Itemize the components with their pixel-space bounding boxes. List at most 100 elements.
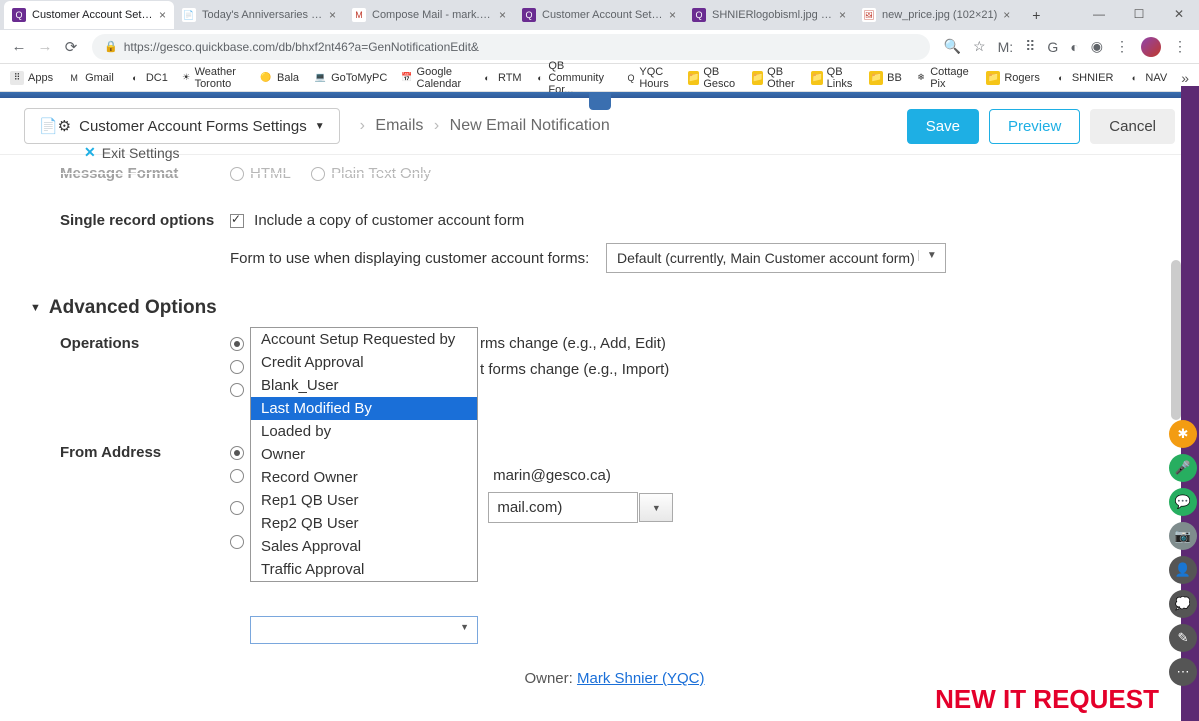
bookmarks-bar: ⠿Apps MGmail ◐DC1 ☀Weather Toronto 🟡Bala 💻GoT…: [0, 64, 1199, 92]
toolbar-icon-2[interactable]: M:: [998, 39, 1014, 55]
combo-value: mail.com): [489, 493, 637, 522]
bookmarks-overflow[interactable]: »: [1181, 70, 1189, 86]
side-widget-icon-5[interactable]: 💭: [1169, 590, 1197, 618]
side-widget-icon-4[interactable]: 👤: [1169, 556, 1197, 584]
back-button[interactable]: ←: [6, 34, 32, 60]
breadcrumb-current: New Email Notification: [450, 117, 610, 134]
form-body: Message Format HTML Plain Text Only Sing…: [0, 159, 1199, 701]
maximize-button[interactable]: ☐: [1119, 0, 1159, 28]
bookmark-12[interactable]: 📁QB Links: [811, 66, 855, 90]
bookmark-17[interactable]: ◐NAV: [1127, 71, 1167, 85]
form-select[interactable]: Default (currently, Main Customer accoun…: [606, 243, 946, 273]
cancel-button[interactable]: Cancel: [1090, 109, 1175, 144]
bookmark-0[interactable]: ⠿Apps: [10, 71, 53, 85]
chrome-menu-button[interactable]: ⋮: [1173, 38, 1187, 55]
bookmark-9[interactable]: QYQC Hours: [627, 66, 674, 90]
from-address-combo[interactable]: mail.com) ▼: [488, 492, 638, 523]
tab-close-icon[interactable]: ×: [159, 8, 166, 22]
upload-notch-icon: ⬆: [595, 95, 603, 106]
dropdown-option[interactable]: Rep2 QB User: [251, 512, 477, 535]
secondary-select[interactable]: [250, 616, 478, 644]
label-message-format: Message Format: [60, 165, 230, 182]
bookmark-7[interactable]: ◐RTM: [480, 71, 522, 85]
checkbox-include-copy[interactable]: [230, 214, 244, 228]
dropdown-option[interactable]: Traffic Approval: [251, 558, 477, 581]
vertical-scrollbar[interactable]: [1171, 260, 1181, 420]
reload-button[interactable]: ⟳: [58, 34, 84, 60]
bookmark-2[interactable]: ◐DC1: [128, 71, 168, 85]
new-tab-button[interactable]: +: [1024, 7, 1048, 23]
bookmark-4[interactable]: 🟡Bala: [259, 71, 299, 85]
side-widget-icon-6[interactable]: ✎: [1169, 624, 1197, 652]
bookmark-1[interactable]: MGmail: [67, 71, 114, 85]
radio-op-2[interactable]: [230, 360, 244, 374]
close-window-button[interactable]: ✕: [1159, 0, 1199, 28]
browser-tab-2[interactable]: MCompose Mail - mark.shnier@g×: [344, 1, 514, 29]
advanced-options-header[interactable]: ▼ Advanced Options: [30, 279, 1169, 329]
tab-close-icon[interactable]: ×: [499, 8, 506, 22]
radio-op-3[interactable]: [230, 383, 244, 397]
browser-tab-4[interactable]: QSHNIERlogobisml.jpg (116×28)×: [684, 1, 854, 29]
dropdown-option[interactable]: Account Setup Requested by: [251, 328, 477, 351]
settings-dropdown-button[interactable]: 📄⚙ Customer Account Forms Settings ▼: [24, 108, 340, 144]
tab-close-icon[interactable]: ×: [669, 8, 676, 22]
browser-tab-0[interactable]: QCustomer Account Setup Form -×: [4, 1, 174, 29]
bookmark-5[interactable]: 💻GoToMyPC: [313, 71, 387, 85]
label-single-record: Single record options: [60, 212, 230, 229]
header-buttons: Save Preview Cancel: [907, 109, 1175, 144]
dropdown-option[interactable]: Owner: [251, 443, 477, 466]
tab-close-icon[interactable]: ×: [329, 8, 336, 22]
toolbar-icon-7[interactable]: ⋮: [1115, 38, 1129, 55]
bookmark-13[interactable]: 📁BB: [869, 71, 902, 85]
browser-tab-3[interactable]: QCustomer Account Setup Form×: [514, 1, 684, 29]
dropdown-option[interactable]: Last Modified By: [251, 397, 477, 420]
settings-button-label: Customer Account Forms Settings: [79, 118, 307, 135]
bookmark-11[interactable]: 📁QB Other: [752, 66, 798, 90]
radio-plaintext[interactable]: [311, 167, 325, 181]
radio-op-1[interactable]: [230, 337, 244, 351]
toolbar-icon-0[interactable]: 🔍: [944, 38, 961, 55]
browser-tabstrip: QCustomer Account Setup Form -×📄Today's …: [0, 0, 1199, 30]
side-widget-icon-2[interactable]: 💬: [1169, 488, 1197, 516]
dropdown-option[interactable]: Sales Approval: [251, 535, 477, 558]
breadcrumb: › Emails › New Email Notification: [354, 117, 610, 135]
radio-html[interactable]: [230, 167, 244, 181]
toolbar-icon-6[interactable]: ◉: [1091, 38, 1103, 55]
bookmark-16[interactable]: ◐SHNIER: [1054, 71, 1114, 85]
qb-top-strip: ⬆: [0, 92, 1199, 98]
omnibox[interactable]: 🔒 https://gesco.quickbase.com/db/bhxf2nt…: [92, 34, 930, 60]
bookmark-8[interactable]: ◐QB Community For...: [536, 60, 613, 96]
dropdown-option[interactable]: Credit Approval: [251, 351, 477, 374]
minimize-button[interactable]: —: [1079, 0, 1119, 28]
floating-side-icons: ✱ 🎤 💬 📷 👤 💭 ✎ ⋯: [1169, 420, 1199, 686]
preview-button[interactable]: Preview: [989, 109, 1080, 144]
side-widget-icon-0[interactable]: ✱: [1169, 420, 1197, 448]
browser-tab-5[interactable]: 🖼new_price.jpg (102×21)×: [854, 1, 1018, 29]
toolbar-icon-1[interactable]: ☆: [973, 38, 986, 55]
tab-close-icon[interactable]: ×: [839, 8, 846, 22]
dropdown-option[interactable]: Record Owner: [251, 466, 477, 489]
tab-close-icon[interactable]: ×: [1003, 8, 1010, 22]
bookmark-6[interactable]: 📅Google Calendar: [401, 66, 466, 90]
forward-button[interactable]: →: [32, 34, 58, 60]
combo-arrow[interactable]: ▼: [639, 493, 673, 522]
side-widget-icon-1[interactable]: 🎤: [1169, 454, 1197, 482]
toolbar-icon-4[interactable]: G: [1047, 39, 1058, 55]
side-widget-icon-7[interactable]: ⋯: [1169, 658, 1197, 686]
profile-avatar[interactable]: [1141, 37, 1161, 57]
breadcrumb-emails[interactable]: Emails: [375, 117, 423, 134]
bookmark-3[interactable]: ☀Weather Toronto: [182, 66, 245, 90]
dropdown-option[interactable]: Blank_User: [251, 374, 477, 397]
browser-tab-1[interactable]: 📄Today's Anniversaries SHNIER (E×: [174, 1, 344, 29]
toolbar-icon-5[interactable]: ◐: [1070, 39, 1078, 55]
bookmark-14[interactable]: ❄Cottage Pix: [916, 66, 973, 90]
bookmark-10[interactable]: 📁QB Gesco: [688, 66, 738, 90]
side-widget-icon-3[interactable]: 📷: [1169, 522, 1197, 550]
toolbar-icon-3[interactable]: ⠿: [1025, 38, 1035, 55]
dropdown-option[interactable]: Loaded by: [251, 420, 477, 443]
owner-link[interactable]: Mark Shnier (YQC): [577, 670, 705, 687]
save-button[interactable]: Save: [907, 109, 979, 144]
bookmark-15[interactable]: 📁Rogers: [986, 71, 1039, 85]
user-field-dropdown[interactable]: Account Setup Requested byCredit Approva…: [250, 327, 478, 582]
dropdown-option[interactable]: Rep1 QB User: [251, 489, 477, 512]
